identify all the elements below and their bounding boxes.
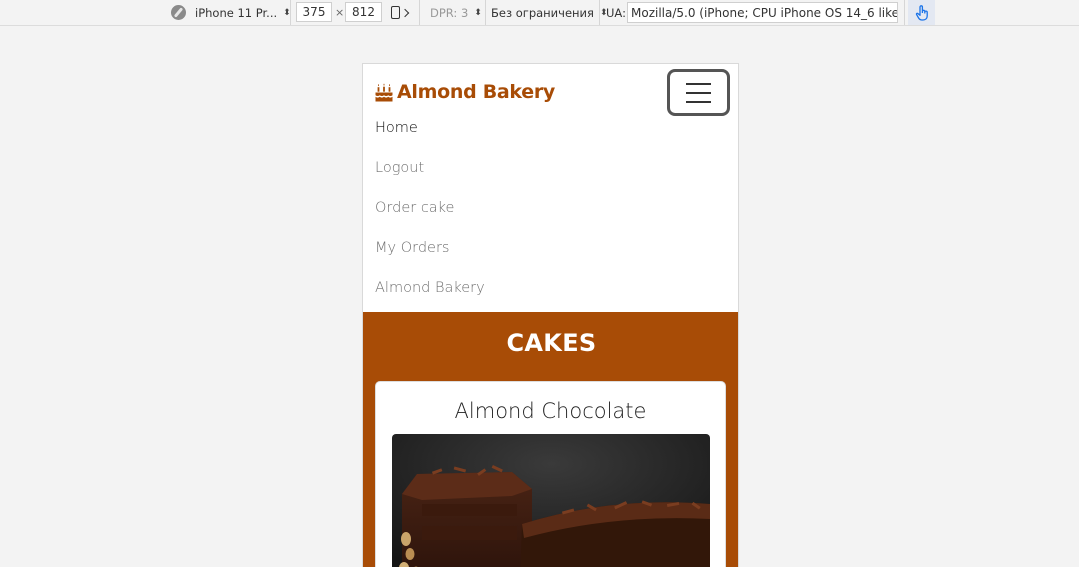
ua-label: UA: [606, 5, 626, 20]
device-select[interactable]: iPhone 11 Pr... ⬍ [195, 0, 291, 25]
navbar: Almond Bakery [363, 64, 738, 122]
hamburger-icon [686, 100, 711, 103]
brand-text: Almond Bakery [397, 81, 555, 103]
touch-icon[interactable] [908, 0, 935, 25]
dpr-value: DPR: 3 [430, 5, 469, 20]
birthday-cake-icon [375, 83, 393, 102]
select-arrows-icon: ⬍ [474, 7, 481, 18]
divider [599, 0, 600, 25]
divider [419, 0, 420, 25]
cake-card[interactable]: Almond Chocolate [375, 381, 726, 567]
device-name: iPhone 11 Pr... [195, 5, 278, 20]
cakes-section: CAKES Almond Chocolate [363, 312, 738, 567]
dpr-select[interactable]: DPR: 3 ⬍ [430, 0, 482, 25]
user-agent-input[interactable]: Mozilla/5.0 (iPhone; CPU iPhone OS 14_6 … [627, 2, 898, 23]
nav-menu: Home Logout Order cake My Orders Almond … [363, 116, 738, 316]
device-viewport: Almond Bakery Home Logout Order cake My … [362, 63, 739, 567]
compass-icon[interactable] [171, 0, 187, 25]
nav-item-my-orders[interactable]: My Orders [363, 236, 738, 276]
cake-name: Almond Chocolate [454, 399, 647, 423]
throttling-value: Без ограничения [491, 5, 594, 20]
divider [904, 0, 905, 25]
height-input[interactable]: 812 [345, 2, 382, 22]
hamburger-icon [686, 82, 711, 85]
section-title: CAKES [506, 329, 597, 357]
cake-image [392, 434, 710, 567]
divider [290, 0, 291, 25]
navbar-toggler-button[interactable] [667, 69, 730, 116]
nav-item-almond-bakery[interactable]: Almond Bakery [363, 276, 738, 316]
select-arrows-icon: ⬍ [283, 7, 290, 18]
rotate-icon[interactable] [391, 0, 410, 25]
throttling-select[interactable]: Без ограничения ⬍ [491, 0, 607, 25]
hamburger-icon [686, 91, 711, 94]
nav-item-logout[interactable]: Logout [363, 156, 738, 196]
nav-item-order-cake[interactable]: Order cake [363, 196, 738, 236]
nav-item-home[interactable]: Home [363, 116, 738, 156]
devtools-device-toolbar: iPhone 11 Pr... ⬍ 375 × 812 DPR: 3 ⬍ Без… [0, 0, 1079, 26]
divider [485, 0, 486, 25]
width-input[interactable]: 375 [296, 2, 332, 22]
brand-link[interactable]: Almond Bakery [375, 81, 555, 103]
dimension-times: × [335, 6, 345, 19]
